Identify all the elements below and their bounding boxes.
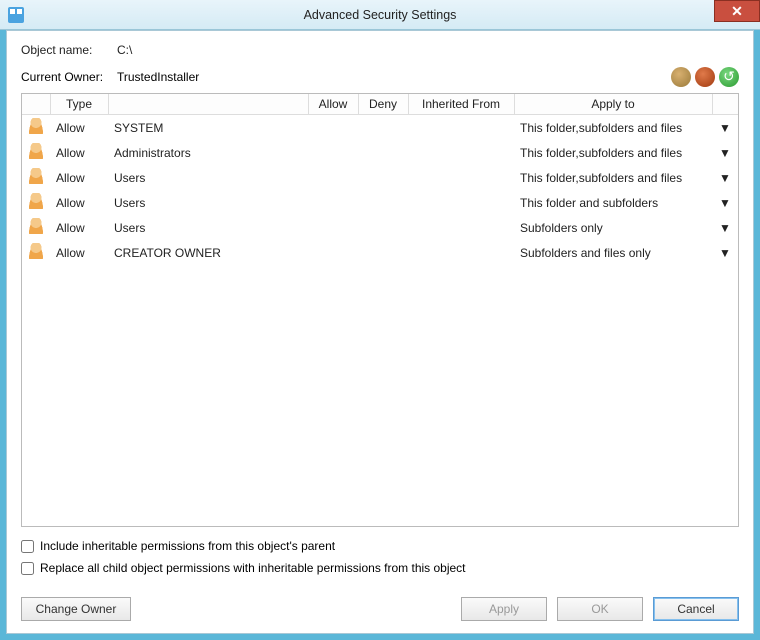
current-owner-label: Current Owner: (21, 70, 117, 84)
expand-row-icon[interactable]: ▼ (712, 165, 738, 190)
cell-principal: SYSTEM (108, 115, 308, 141)
col-allow-header[interactable]: Allow (308, 94, 358, 115)
cell-allow (308, 190, 358, 215)
replace-checkbox-row[interactable]: Replace all child object permissions wit… (21, 561, 739, 575)
col-principal-header[interactable] (108, 94, 308, 115)
cell-applyto: This folder,subfolders and files (514, 165, 712, 190)
expand-row-icon[interactable]: ▼ (712, 190, 738, 215)
object-name-row: Object name: C:\ (21, 43, 739, 57)
cell-inherited (408, 215, 514, 240)
replace-checkbox-label: Replace all child object permissions wit… (40, 561, 466, 575)
cell-applyto: This folder and subfolders (514, 190, 712, 215)
window-title: Advanced Security Settings (0, 8, 760, 22)
cell-applyto: Subfolders and files only (514, 240, 712, 265)
object-name-label: Object name: (21, 43, 117, 57)
cell-allow (308, 165, 358, 190)
expand-row-icon[interactable]: ▼ (712, 215, 738, 240)
cell-principal: Users (108, 215, 308, 240)
ok-button[interactable]: OK (557, 597, 643, 621)
table-row[interactable]: AllowUsers This folder and subfolders▼ (22, 190, 738, 215)
col-applyto-header[interactable]: Apply to (514, 94, 712, 115)
col-type-header[interactable]: Type (50, 94, 108, 115)
replace-checkbox[interactable] (21, 562, 34, 575)
user-icon (28, 118, 44, 134)
user-icon (28, 193, 44, 209)
cell-type: Allow (50, 165, 108, 190)
close-button[interactable]: ✕ (714, 0, 760, 22)
cell-principal: Users (108, 190, 308, 215)
cell-allow (308, 215, 358, 240)
cell-deny (358, 140, 408, 165)
expand-row-icon[interactable]: ▼ (712, 240, 738, 265)
toolbar-icons (671, 67, 739, 87)
table-row[interactable]: AllowUsers This folder,subfolders and fil… (22, 165, 738, 190)
cell-inherited (408, 240, 514, 265)
cell-principal: Administrators (108, 140, 308, 165)
inherit-checkbox[interactable] (21, 540, 34, 553)
cell-deny (358, 240, 408, 265)
cell-allow (308, 140, 358, 165)
cell-type: Allow (50, 240, 108, 265)
cell-type: Allow (50, 215, 108, 240)
cell-deny (358, 190, 408, 215)
object-name-value: C:\ (117, 43, 132, 57)
cell-type: Allow (50, 190, 108, 215)
apply-button[interactable]: Apply (461, 597, 547, 621)
cell-inherited (408, 140, 514, 165)
titlebar: Advanced Security Settings ✕ (0, 0, 760, 30)
shield-red-icon[interactable] (695, 67, 715, 87)
cancel-button[interactable]: Cancel (653, 597, 739, 621)
current-owner-value: TrustedInstaller (117, 70, 199, 84)
cell-allow (308, 240, 358, 265)
expand-row-icon[interactable]: ▼ (712, 115, 738, 141)
table-row[interactable]: AllowUsers Subfolders only▼ (22, 215, 738, 240)
grid-header-row: Type Allow Deny Inherited From Apply to (22, 94, 738, 115)
footer-buttons: Change Owner Apply OK Cancel (21, 597, 739, 621)
advanced-security-window: Advanced Security Settings ✕ Object name… (0, 0, 760, 640)
cell-applyto: Subfolders only (514, 215, 712, 240)
user-icon (28, 143, 44, 159)
user-icon (28, 218, 44, 234)
refresh-icon[interactable] (719, 67, 739, 87)
shield-gold-icon[interactable] (671, 67, 691, 87)
col-inherited-header[interactable]: Inherited From (408, 94, 514, 115)
cell-type: Allow (50, 140, 108, 165)
col-expand-header[interactable] (712, 94, 738, 115)
cell-principal: CREATOR OWNER (108, 240, 308, 265)
expand-row-icon[interactable]: ▼ (712, 140, 738, 165)
close-icon: ✕ (731, 3, 743, 20)
cell-applyto: This folder,subfolders and files (514, 140, 712, 165)
cell-type: Allow (50, 115, 108, 141)
table-row[interactable]: AllowAdministrators This folder,subfolder… (22, 140, 738, 165)
inherit-checkbox-row[interactable]: Include inheritable permissions from thi… (21, 539, 739, 553)
user-icon (28, 168, 44, 184)
cell-applyto: This folder,subfolders and files (514, 115, 712, 141)
permissions-grid: Type Allow Deny Inherited From Apply to … (21, 93, 739, 527)
cell-inherited (408, 165, 514, 190)
cell-deny (358, 215, 408, 240)
change-owner-button[interactable]: Change Owner (21, 597, 131, 621)
cell-principal: Users (108, 165, 308, 190)
table-row[interactable]: AllowSYSTEM This folder,subfolders and fi… (22, 115, 738, 141)
cell-deny (358, 115, 408, 141)
user-icon (28, 243, 44, 259)
inherit-checkbox-label: Include inheritable permissions from thi… (40, 539, 335, 553)
col-icon-header[interactable] (22, 94, 50, 115)
cell-inherited (408, 190, 514, 215)
cell-deny (358, 165, 408, 190)
col-deny-header[interactable]: Deny (358, 94, 408, 115)
owner-row: Current Owner: TrustedInstaller (21, 67, 739, 87)
cell-allow (308, 115, 358, 141)
content-area: Object name: C:\ Current Owner: TrustedI… (6, 30, 754, 634)
checkbox-group: Include inheritable permissions from thi… (21, 539, 739, 583)
table-row[interactable]: AllowCREATOR OWNER Subfolders and files o… (22, 240, 738, 265)
cell-inherited (408, 115, 514, 141)
